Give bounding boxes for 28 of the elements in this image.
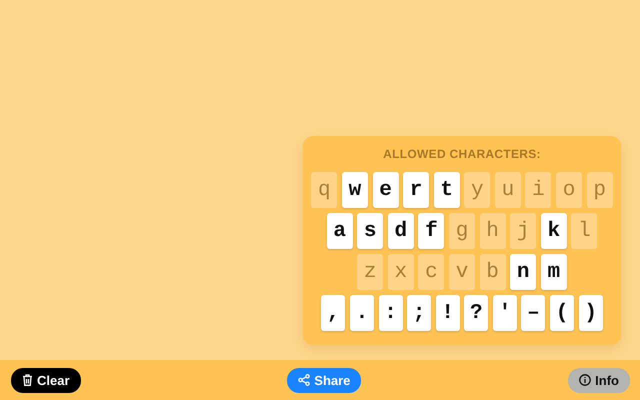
character-key[interactable]: : bbox=[378, 295, 403, 331]
character-key[interactable]: . bbox=[350, 295, 374, 331]
character-key[interactable]: s bbox=[357, 213, 384, 249]
character-key[interactable]: – bbox=[521, 295, 546, 331]
character-key[interactable]: ! bbox=[436, 295, 460, 331]
info-icon bbox=[579, 374, 592, 386]
character-key[interactable]: f bbox=[418, 213, 444, 249]
panel-title: ALLOWED CHARACTERS: bbox=[383, 147, 541, 161]
share-icon bbox=[298, 374, 310, 386]
character-key[interactable]: n bbox=[510, 254, 536, 290]
character-key[interactable]: a bbox=[326, 213, 353, 249]
character-key[interactable]: ? bbox=[464, 295, 488, 331]
clear-button[interactable]: Clear bbox=[11, 368, 81, 392]
character-key[interactable]: r bbox=[403, 172, 430, 208]
trash-icon bbox=[22, 374, 33, 386]
character-key[interactable]: t bbox=[434, 172, 460, 208]
character-key[interactable]: d bbox=[388, 213, 414, 249]
share-button[interactable]: Share bbox=[287, 368, 362, 392]
character-key[interactable]: e bbox=[372, 172, 399, 208]
character-key[interactable]: k bbox=[540, 213, 567, 249]
character-key[interactable]: m bbox=[540, 254, 567, 290]
info-button[interactable]: Info bbox=[568, 368, 630, 392]
character-key[interactable]: w bbox=[342, 172, 368, 208]
character-key[interactable]: ) bbox=[578, 295, 603, 331]
character-key[interactable]: ( bbox=[550, 295, 574, 331]
character-key[interactable]: ; bbox=[407, 295, 432, 331]
character-key[interactable]: ' bbox=[492, 295, 517, 331]
character-key[interactable]: , bbox=[321, 295, 346, 331]
